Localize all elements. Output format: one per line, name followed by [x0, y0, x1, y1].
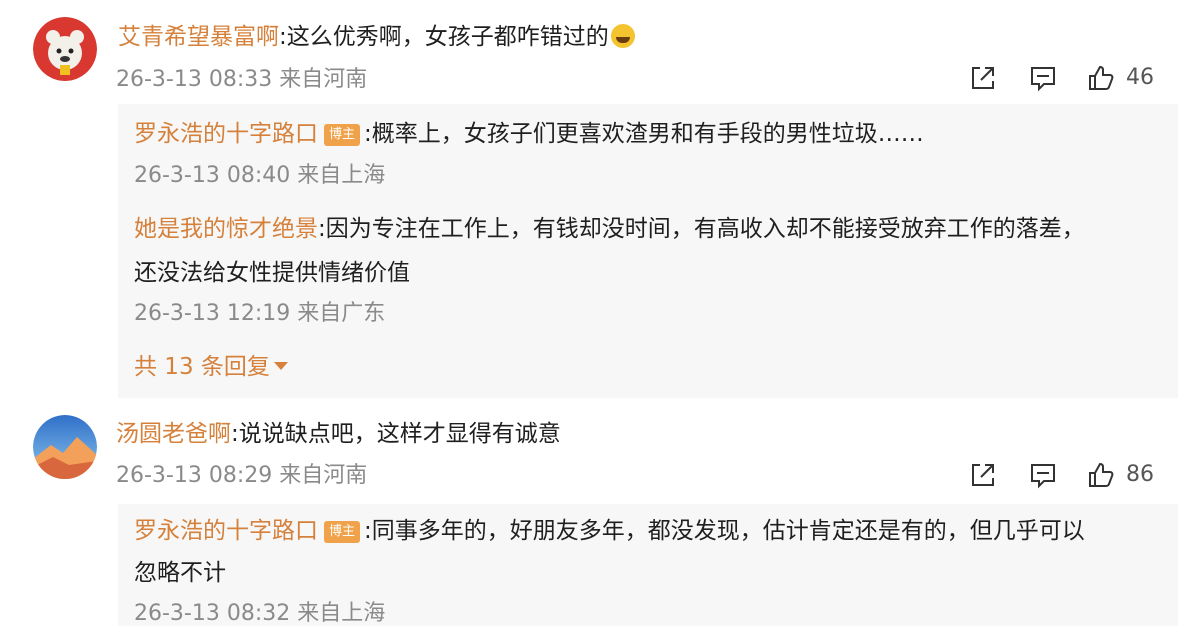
thumbs-up-icon[interactable] [1086, 63, 1116, 93]
username-link[interactable]: 艾青希望暴富啊 [118, 24, 279, 50]
comment-text: 这么优秀啊，女孩子都咋错过的 [286, 24, 609, 50]
avatar[interactable] [33, 415, 97, 479]
reply-text-continued: 忽略不计 [134, 560, 226, 586]
reply-meta: 26-3-13 08:40 来自上海 [134, 163, 386, 188]
username-link[interactable]: 罗永浩的十字路口 [134, 121, 318, 147]
reply-text: 因为专注在工作上，有钱却没时间，有高收入却不能接受放弃工作的落差， [325, 216, 1085, 242]
reply-content: 她是我的惊才绝景:因为专注在工作上，有钱却没时间，有高收入却不能接受放弃工作的落… [134, 214, 1085, 244]
reply-content: 罗永浩的十字路口 博主:概率上，女孩子们更喜欢渣男和有手段的男性垃圾…… [134, 119, 924, 149]
colon-separator: : [279, 24, 287, 50]
colon-separator: : [231, 421, 239, 447]
blogger-badge: 博主 [324, 521, 360, 543]
username-link[interactable]: 汤圆老爸啊 [116, 421, 231, 447]
comment-text: 说说缺点吧，这样才显得有诚意 [238, 421, 561, 447]
username-link[interactable]: 她是我的惊才绝景 [134, 216, 318, 242]
share-icon[interactable] [968, 63, 998, 93]
comment-item: 艾青希望暴富啊:这么优秀啊，女孩子都咋错过的 26-3-13 08:33 来自河… [0, 0, 1200, 400]
like-count: 86 [1126, 462, 1154, 487]
colon-separator: : [364, 518, 372, 544]
avatar[interactable] [33, 17, 97, 81]
username-link[interactable]: 罗永浩的十字路口 [134, 518, 318, 544]
comment-icon[interactable] [1028, 63, 1058, 93]
thumbs-up-icon[interactable] [1086, 460, 1116, 490]
reply-text-continued: 还没法给女性提供情绪价值 [134, 260, 410, 286]
comment-content: 汤圆老爸啊:说说缺点吧，这样才显得有诚意 [116, 419, 561, 449]
blogger-badge: 博主 [324, 124, 360, 146]
comment-content: 艾青希望暴富啊:这么优秀啊，女孩子都咋错过的 [118, 22, 635, 52]
reply-content: 罗永浩的十字路口 博主:同事多年的，好朋友多年，都没发现，估计肯定还是有的，但几乎… [134, 516, 1085, 546]
reply-meta: 26-3-13 12:19 来自广东 [134, 301, 386, 326]
share-icon[interactable] [968, 460, 998, 490]
comment-meta: 26-3-13 08:29 来自河南 [116, 463, 368, 488]
comment-item: 汤圆老爸啊:说说缺点吧，这样才显得有诚意 26-3-13 08:29 来自河南 … [0, 400, 1200, 626]
comment-icon[interactable] [1028, 460, 1058, 490]
more-replies-label: 共 13 条回复 [134, 354, 270, 380]
reply-section: 罗永浩的十字路口 博主:同事多年的，好朋友多年，都没发现，估计肯定还是有的，但几乎… [118, 504, 1178, 626]
like-count: 46 [1126, 65, 1154, 90]
action-bar: 46 [968, 63, 1168, 95]
reply-meta: 26-3-13 08:32 来自上海 [134, 601, 386, 626]
laughing-emoji-icon [610, 24, 635, 48]
colon-separator: : [318, 216, 326, 242]
reply-section: 罗永浩的十字路口 博主:概率上，女孩子们更喜欢渣男和有手段的男性垃圾…… 26-3… [118, 104, 1178, 398]
comment-meta: 26-3-13 08:33 来自河南 [116, 67, 368, 92]
reply-text: 概率上，女孩子们更喜欢渣男和有手段的男性垃圾…… [371, 121, 924, 147]
reply-text: 同事多年的，好朋友多年，都没发现，估计肯定还是有的，但几乎可以 [371, 518, 1085, 544]
more-replies-link[interactable]: 共 13 条回复 [134, 352, 288, 382]
caret-down-icon [273, 362, 288, 370]
action-bar: 86 [968, 460, 1168, 492]
colon-separator: : [364, 121, 372, 147]
